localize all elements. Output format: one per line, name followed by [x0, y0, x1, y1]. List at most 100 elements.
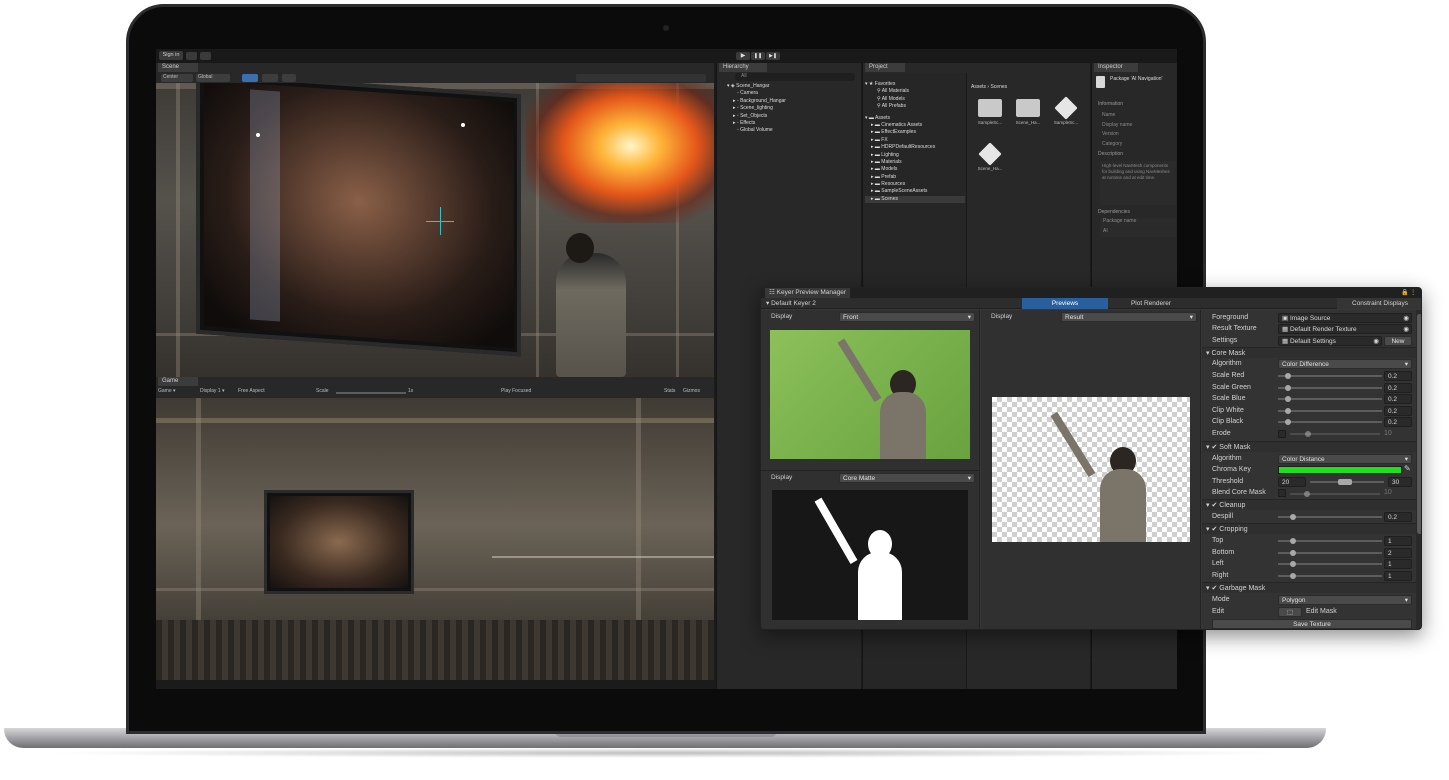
cropping-row-value[interactable]: 1 [1384, 536, 1412, 546]
asset-tile[interactable]: Scene_Ha... [1013, 99, 1043, 139]
asset-tile[interactable]: SampleSc... [1051, 96, 1081, 139]
eyedropper-icon[interactable]: ✎ [1404, 463, 1411, 474]
folder-item[interactable]: ▸ ▬ SampleSceneAssets [865, 188, 965, 195]
folder-item[interactable]: ▸ ▬ HDRPDefaultResources [865, 144, 965, 151]
hierarchy-item[interactable]: ▸ ◦ Background_Hangar [727, 98, 857, 105]
inspector-tab[interactable]: Inspector [1094, 63, 1138, 72]
assets-header[interactable]: ▾ ▬ Assets [865, 115, 965, 122]
core-slider-knob[interactable] [1285, 396, 1292, 402]
collab-icon[interactable] [200, 52, 211, 60]
step-button[interactable]: ▶❚ [766, 52, 780, 60]
new-settings-button[interactable]: New [1384, 336, 1412, 346]
scene-root[interactable]: ▾ ◈ Scene_Hangar [727, 83, 857, 90]
folder-item[interactable]: ▸ ▬ Cinematics Assets [865, 122, 965, 129]
core-mask-header[interactable]: ▾ Core Mask [1202, 347, 1416, 358]
garbage-mask-header[interactable]: ▾ ✔ Garbage Mask [1202, 582, 1416, 593]
settings-field[interactable]: ▦ Default Settings ◉ [1278, 336, 1382, 346]
pivot-dropdown[interactable]: Center [161, 74, 193, 82]
folder-item[interactable]: ▸ ▬ Models [865, 166, 965, 173]
tab-constraint-displays[interactable]: Constraint Displays [1337, 298, 1421, 309]
favorites-header[interactable]: ▾ ★ Favorites [865, 81, 965, 88]
core-slider-track[interactable] [1278, 386, 1382, 389]
tab-plot-renderer[interactable]: Plot Renderer [1108, 298, 1194, 309]
hierarchy-item[interactable]: ◦ Global Volume [727, 127, 857, 134]
folder-item[interactable]: ▸ ▬ Materials [865, 159, 965, 166]
hierarchy-tab[interactable]: Hierarchy [719, 63, 767, 72]
core-slider-knob[interactable] [1285, 419, 1292, 425]
folder-item[interactable]: ▸ ▬ EffectExamples [865, 129, 965, 136]
object-picker-icon[interactable]: ◉ [1373, 337, 1381, 346]
folder-item[interactable]: ▸ ▬ FX [865, 137, 965, 144]
kpm-menu-icon[interactable]: 🔒 ⋮ [1401, 288, 1416, 298]
folder-item[interactable]: ▸ ▬ Prefab [865, 174, 965, 181]
core-slider-value[interactable]: 0.2 [1384, 405, 1412, 416]
gizmos-button[interactable]: Gizmos [683, 388, 711, 396]
cropping-slider-knob[interactable] [1290, 572, 1296, 579]
threshold-max-field[interactable]: 30 [1388, 477, 1412, 487]
keyer-selector[interactable]: ▾ Default Keyer 2 [763, 298, 871, 309]
game-mode-dropdown[interactable]: Game ▾ [158, 388, 196, 396]
core-slider-value[interactable]: 0.2 [1384, 417, 1412, 427]
cloud-icon[interactable] [186, 52, 197, 60]
folder-item-selected[interactable]: ▸ ▬ Scenes [865, 195, 965, 204]
game-tab[interactable]: Game [158, 377, 198, 386]
result-display-dropdown[interactable]: Result ▾ [1061, 312, 1197, 322]
core-slider-track[interactable] [1278, 409, 1382, 412]
scrollbar-thumb[interactable] [1417, 314, 1421, 534]
cropping-slider-knob[interactable] [1290, 561, 1296, 567]
threshold-range-handle[interactable] [1338, 479, 1352, 485]
core-slider-knob[interactable] [1285, 407, 1292, 414]
object-picker-icon[interactable]: ◉ [1403, 314, 1411, 323]
object-picker-icon[interactable]: ◉ [1403, 325, 1411, 334]
hierarchy-item[interactable]: ▸ ◦ Effects [727, 120, 857, 127]
asset-tile[interactable]: Scene_Ha... [975, 142, 1005, 185]
aspect-dropdown[interactable]: Free Aspect [238, 388, 312, 396]
folder-item[interactable]: ▸ ▬ Lighting [865, 152, 965, 159]
core-slider-knob[interactable] [1285, 373, 1292, 379]
kpm-window-tab[interactable]: ☷ Keyer Preview Manager [765, 288, 851, 298]
front-display-dropdown[interactable]: Front ▾ [839, 312, 975, 322]
pause-button[interactable]: ❚❚ [751, 52, 765, 60]
favorite-item[interactable]: ⚲ All Models [865, 96, 965, 103]
despill-knob[interactable] [1290, 514, 1296, 520]
breadcrumb-assets[interactable]: Assets [971, 84, 986, 90]
chroma-key-color-field[interactable] [1278, 466, 1402, 474]
core-slider-value[interactable]: 0.2 [1384, 371, 1412, 381]
core-slider-track[interactable] [1278, 421, 1382, 423]
tab-previews[interactable]: Previews [1022, 298, 1108, 309]
erode-checkbox[interactable] [1278, 429, 1286, 438]
favorite-item[interactable]: ⚲ All Materials [865, 88, 965, 95]
despill-value[interactable]: 0.2 [1384, 512, 1412, 522]
game-view[interactable] [156, 398, 714, 680]
core-slider-knob[interactable] [1305, 430, 1311, 437]
core-algorithm-dropdown[interactable]: Color Difference ▾ [1278, 359, 1412, 369]
cropping-slider-knob[interactable] [1290, 549, 1296, 556]
core-slider-track[interactable] [1290, 432, 1380, 435]
cropping-row-value[interactable]: 1 [1384, 570, 1412, 581]
result-texture-field[interactable]: ▦ Default Render Texture ◉ [1278, 324, 1412, 334]
project-tab[interactable]: Project [865, 63, 905, 72]
scale-slider[interactable] [336, 392, 406, 394]
core-slider-track[interactable] [1278, 375, 1382, 377]
favorite-item[interactable]: ⚲ All Prefabs [865, 103, 965, 110]
scene-view[interactable] [156, 83, 714, 377]
matte-display-dropdown[interactable]: Core Matte ▾ [839, 473, 975, 483]
hierarchy-item[interactable]: ▸ ◦ Set_Objects [727, 113, 857, 120]
play-button[interactable]: ▶ [736, 52, 750, 60]
breadcrumb-scenes[interactable]: Scenes [990, 84, 1007, 90]
display-dropdown[interactable]: Display 1 ▾ [200, 388, 234, 396]
play-focused-dropdown[interactable]: Play Focused [501, 388, 547, 396]
asset-tile[interactable]: SampleSc... [975, 99, 1005, 139]
space-dropdown[interactable]: Global [196, 74, 230, 82]
cropping-row-value[interactable]: 2 [1384, 547, 1412, 558]
hierarchy-item[interactable]: ▸ ◦ Scene_lighting [727, 105, 857, 112]
sign-in-button[interactable]: Sign in [159, 51, 183, 60]
folder-item[interactable]: ▸ ▬ Resources [865, 181, 965, 188]
hierarchy-search-input[interactable]: All [735, 73, 855, 81]
soft-algorithm-dropdown[interactable]: Color Distance ▾ [1278, 454, 1412, 464]
stats-button[interactable]: Stats [664, 388, 682, 396]
snap-tool-icon[interactable] [242, 74, 258, 82]
blend-core-mask-knob[interactable] [1304, 491, 1310, 497]
core-slider-value[interactable]: 0.2 [1384, 394, 1412, 404]
scene-view-options[interactable] [576, 74, 706, 82]
